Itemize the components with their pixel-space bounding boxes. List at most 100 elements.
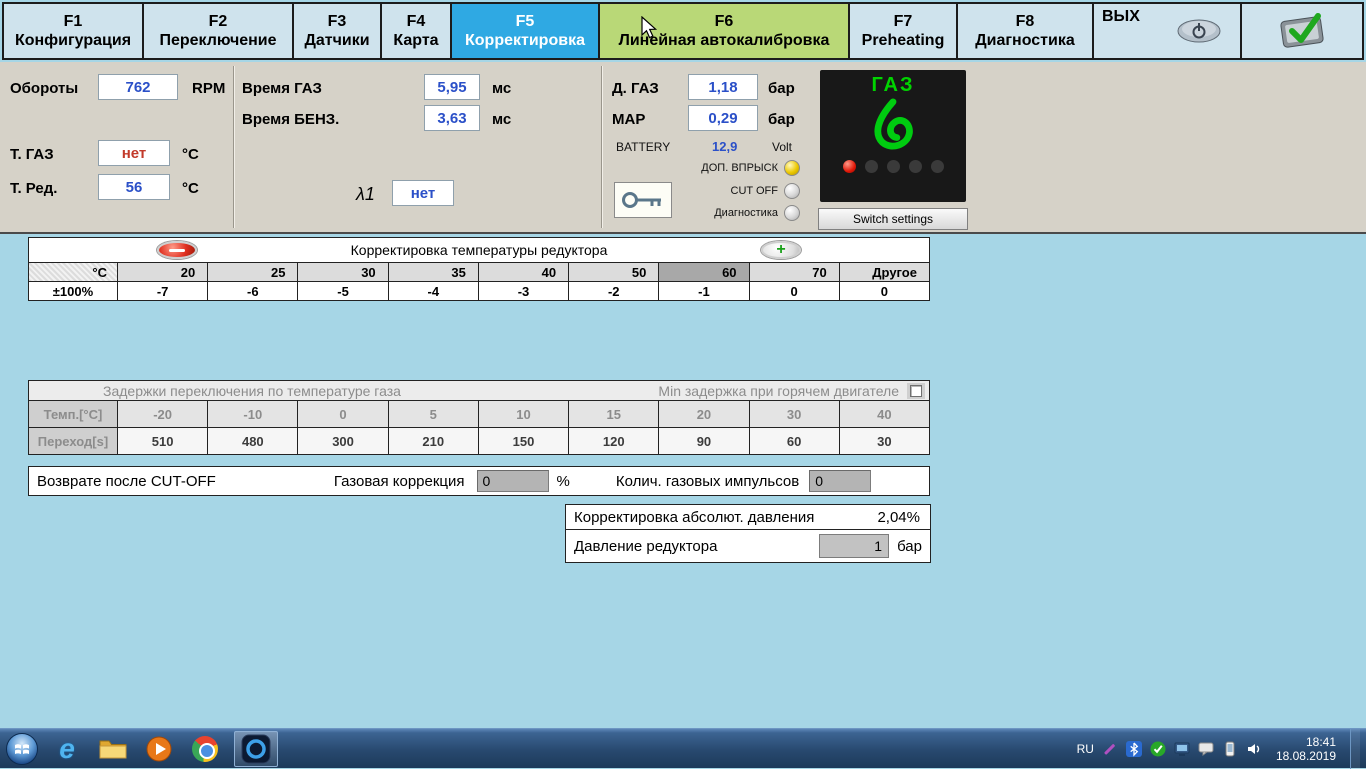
cut-off-led: [784, 183, 800, 199]
rpm-value: 762: [98, 74, 178, 100]
start-button[interactable]: [6, 733, 38, 765]
tab-key: F3: [328, 12, 347, 31]
tab-f5-correction-active[interactable]: F5 Корректировка: [450, 2, 600, 60]
gas-led: [931, 160, 944, 173]
lambda-value: нет: [392, 180, 454, 206]
cutoff-title: Возврате после CUT-OFF: [37, 473, 216, 490]
correction-cell[interactable]: -2: [568, 281, 658, 300]
temp-column[interactable]: 20: [117, 262, 207, 281]
gas-correction-input[interactable]: 0: [477, 470, 549, 492]
pen-input-icon[interactable]: [1102, 741, 1118, 757]
panel-divider: [601, 66, 603, 228]
pressure-correction-panel: Корректировка абсолют. давления 2,04% Да…: [565, 504, 931, 563]
temp-column-other[interactable]: Другое: [839, 262, 929, 281]
extra-injection-indicator: ДОП. ВПРЫСК: [701, 160, 800, 176]
delay-temp-cell: 0: [297, 400, 387, 427]
volume-icon[interactable]: [1246, 741, 1262, 757]
temp-column[interactable]: 35: [388, 262, 478, 281]
panel-divider: [233, 66, 235, 228]
min-delay-checkbox[interactable]: [910, 385, 922, 397]
internet-explorer-icon[interactable]: e: [50, 732, 84, 766]
correction-cell[interactable]: -3: [478, 281, 568, 300]
reducer-table-title: Корректировка температуры редуктора: [351, 242, 608, 258]
temp-column-selected[interactable]: 60: [658, 262, 748, 281]
function-tab-bar: F1 Конфигурация F2 Переключение F3 Датчи…: [0, 0, 1366, 62]
tab-f7-preheating[interactable]: F7 Preheating: [848, 2, 958, 60]
tab-f6-linear-autocalibration[interactable]: F6 Линейная автокалибровка: [598, 2, 850, 60]
file-explorer-icon[interactable]: [96, 732, 130, 766]
tab-f3-sensors[interactable]: F3 Датчики: [292, 2, 382, 60]
correction-cell[interactable]: 0: [749, 281, 839, 300]
correction-cell[interactable]: -5: [297, 281, 387, 300]
tab-f2-switching[interactable]: F2 Переключение: [142, 2, 294, 60]
language-indicator[interactable]: RU: [1077, 742, 1094, 756]
tab-f8-diagnostics[interactable]: F8 Диагностика: [956, 2, 1094, 60]
delay-value-cell: 300: [297, 427, 387, 454]
windows-flag-icon: [14, 741, 30, 757]
show-desktop-button[interactable]: [1350, 729, 1360, 769]
switch-settings-button[interactable]: Switch settings: [818, 208, 968, 230]
delay-temps-row: Темп.[°C] -20 -10 0 5 10 15 20 30 40: [29, 400, 929, 427]
tab-label: Карта: [393, 31, 438, 50]
gas-pulses-label: Колич. газовых импульсов: [616, 473, 799, 490]
temp-column[interactable]: 30: [297, 262, 387, 281]
save-check-icon: [1276, 7, 1328, 56]
correction-cell[interactable]: -7: [117, 281, 207, 300]
reducer-pressure-input[interactable]: 1: [819, 534, 889, 558]
gas-led-red: [843, 160, 856, 173]
petrol-time-unit: мс: [492, 111, 511, 128]
temp-column[interactable]: 50: [568, 262, 658, 281]
cut-off-indicator: CUT OFF: [731, 183, 800, 199]
gas-pulses-input[interactable]: 0: [809, 470, 871, 492]
petrol-time-value: 3,63: [424, 105, 480, 131]
decrease-button[interactable]: [157, 241, 197, 259]
delay-value-cell: 60: [749, 427, 839, 454]
temp-column[interactable]: 25: [207, 262, 297, 281]
absolute-pressure-row: Корректировка абсолют. давления 2,04%: [566, 505, 930, 530]
correction-cell[interactable]: -4: [388, 281, 478, 300]
reducer-temps-row: °C 20 25 30 35 40 50 60 70 Другое: [29, 262, 929, 281]
messenger-icon[interactable]: [1198, 741, 1214, 757]
media-player-icon[interactable]: [142, 732, 176, 766]
rpm-unit: RPM: [192, 80, 225, 97]
chrome-icon[interactable]: [188, 732, 222, 766]
tab-f1-configuration[interactable]: F1 Конфигурация: [2, 2, 144, 60]
reducer-values-row: ±100% -7 -6 -5 -4 -3 -2 -1 0 0: [29, 281, 929, 300]
increase-button[interactable]: +: [761, 241, 801, 259]
temp-column[interactable]: 70: [749, 262, 839, 281]
gas-led: [909, 160, 922, 173]
gas-ecu-app-taskbar-button[interactable]: [234, 731, 278, 767]
correction-cell[interactable]: -6: [207, 281, 297, 300]
tab-key: F5: [516, 12, 535, 31]
gas-correction-unit: %: [557, 473, 570, 490]
power-icon[interactable]: [1176, 18, 1222, 49]
tab-f4-map[interactable]: F4 Карта: [380, 2, 452, 60]
diagnostics-indicator: Диагностика: [714, 205, 800, 221]
gas-ecu-app-icon: [241, 734, 271, 764]
system-tray: RU: [1077, 729, 1360, 769]
phone-sync-icon[interactable]: [1222, 741, 1238, 757]
taskbar-clock[interactable]: 18:41 18.08.2019: [1276, 735, 1336, 763]
display-settings-icon[interactable]: [1174, 741, 1190, 757]
exit-button[interactable]: ВЫХ: [1092, 2, 1242, 60]
gas-time-label: Время ГАЗ: [242, 80, 322, 97]
live-status-panel: Обороты 762 RPM Т. ГАЗ нет °C Т. Ред. 56…: [0, 62, 1366, 234]
bluetooth-icon[interactable]: [1126, 741, 1142, 757]
gas-switch-title: ГАЗ: [871, 74, 914, 97]
tab-label: Диагностика: [975, 31, 1075, 50]
security-check-icon[interactable]: [1150, 741, 1166, 757]
temp-column[interactable]: 40: [478, 262, 568, 281]
correction-cell[interactable]: -1: [658, 281, 748, 300]
tab-label: Линейная автокалибровка: [619, 31, 830, 50]
min-delay-label: Min задержка при горячем двигателе: [658, 383, 899, 399]
exit-label: ВЫХ: [1102, 8, 1140, 26]
delay-value-cell: 510: [117, 427, 207, 454]
delay-value-cell: 480: [207, 427, 297, 454]
ignition-key-icon: [614, 182, 672, 218]
windows-taskbar: e RU: [0, 728, 1366, 768]
delay-table-title: Задержки переключения по температуре газ…: [103, 383, 401, 399]
save-button[interactable]: [1240, 2, 1364, 60]
correction-cell[interactable]: 0: [839, 281, 929, 300]
delay-value-cell: 30: [839, 427, 929, 454]
delay-temp-cell: -20: [117, 400, 207, 427]
